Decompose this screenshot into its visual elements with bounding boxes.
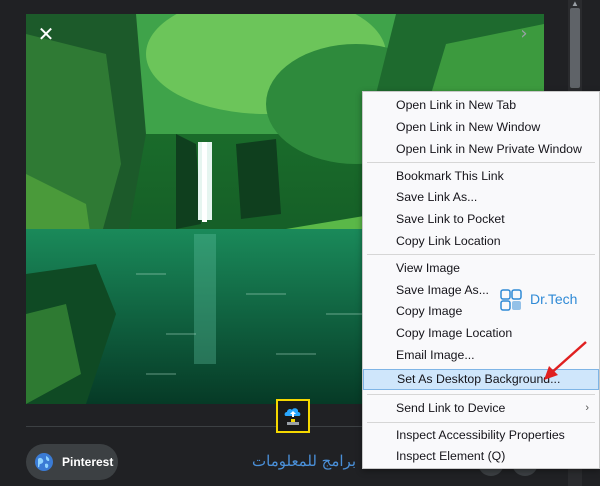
menu-item-view-image[interactable]: View Image xyxy=(363,258,599,279)
menu-item-open-link-private-window[interactable]: Open Link in New Private Window xyxy=(363,139,599,160)
menu-item-save-link-to-pocket[interactable]: Save Link to Pocket xyxy=(363,209,599,230)
menu-item-open-link-new-window[interactable]: Open Link in New Window xyxy=(363,117,599,138)
menu-separator xyxy=(367,162,595,163)
close-icon[interactable]: ✕ xyxy=(36,24,56,44)
menu-separator xyxy=(367,422,595,423)
send-link-label: Send Link to Device xyxy=(396,401,506,415)
chevron-right-icon[interactable]: › xyxy=(514,24,534,44)
globe-icon xyxy=(35,453,53,471)
menu-item-open-link-new-tab[interactable]: Open Link in New Tab xyxy=(363,95,599,116)
context-menu: Open Link in New Tab Open Link in New Wi… xyxy=(362,91,600,469)
pinterest-button[interactable]: Pinterest xyxy=(26,444,118,480)
drtech-logo-text: Dr.Tech xyxy=(530,291,578,307)
menu-item-send-link-to-device[interactable]: Send Link to Device › xyxy=(363,398,599,419)
red-arrow-annotation-icon xyxy=(544,341,587,380)
watermark-text: برامج للمعلومات xyxy=(252,452,356,470)
scrollbar-thumb[interactable] xyxy=(570,8,580,88)
menu-item-inspect-accessibility[interactable]: Inspect Accessibility Properties xyxy=(363,425,599,446)
menu-separator xyxy=(367,394,595,395)
cloud-upload-icon xyxy=(284,408,301,425)
pinterest-label: Pinterest xyxy=(62,455,114,469)
menu-item-copy-link-location[interactable]: Copy Link Location xyxy=(363,231,599,252)
menu-separator xyxy=(367,254,595,255)
scroll-up-arrow-icon[interactable]: ▲ xyxy=(569,0,581,8)
upload-icon-highlight[interactable] xyxy=(276,399,310,433)
menu-item-inspect-element[interactable]: Inspect Element (Q) xyxy=(363,446,599,467)
chevron-right-icon: › xyxy=(585,402,589,414)
menu-item-bookmark-link[interactable]: Bookmark This Link xyxy=(363,166,599,187)
menu-item-save-link-as[interactable]: Save Link As... xyxy=(363,187,599,208)
image-viewer: ✕ › ▲ Pinterest برامج للمعلومات Open Lin… xyxy=(0,0,600,486)
